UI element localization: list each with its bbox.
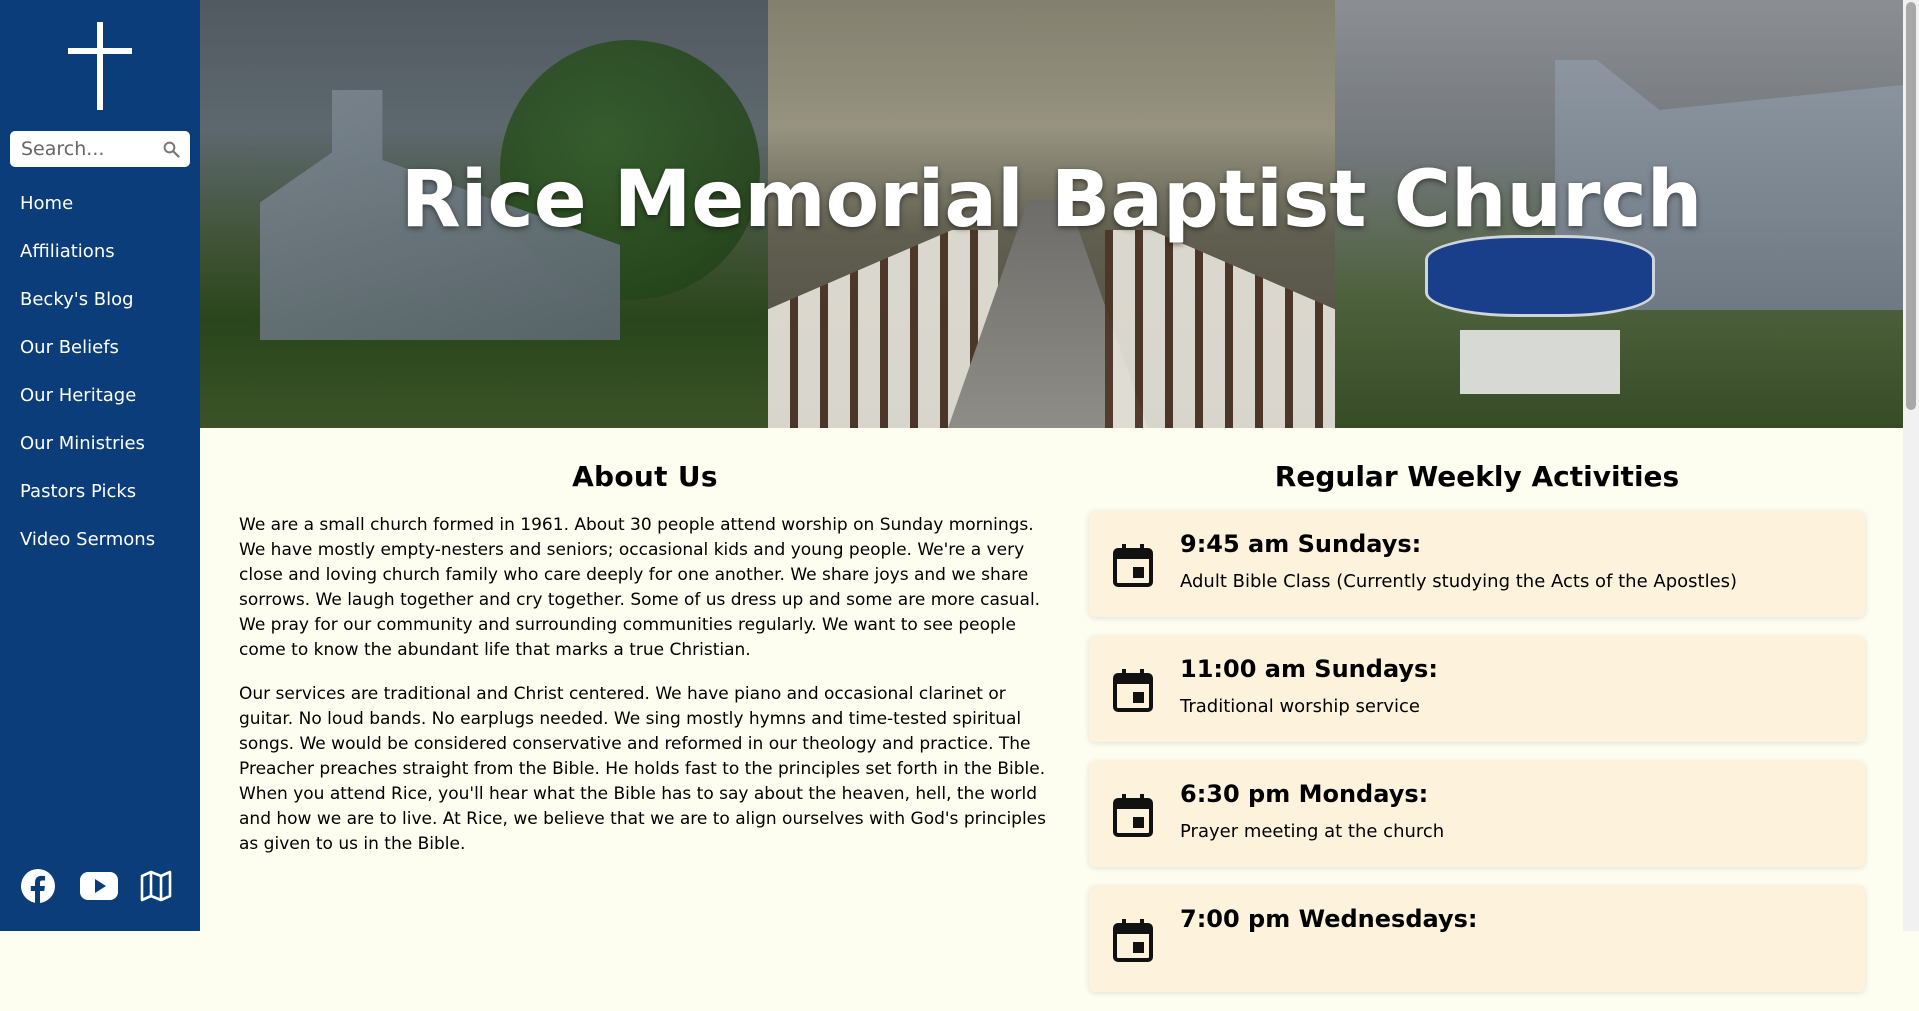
nav-item-our-beliefs[interactable]: Our Beliefs (0, 330, 200, 378)
activity-card: 11:00 am Sundays: Traditional worship se… (1089, 636, 1865, 742)
nav-item-home[interactable]: Home (0, 186, 200, 234)
about-section: About Us We are a small church formed in… (239, 460, 1051, 876)
sidebar: Home Affiliations Becky's Blog Our Belie… (0, 0, 200, 931)
youtube-link[interactable] (80, 866, 140, 906)
about-heading: About Us (572, 460, 718, 493)
activities-heading: Regular Weekly Activities (1274, 460, 1680, 493)
search-icon[interactable] (162, 140, 180, 158)
activity-card: 7:00 pm Wednesdays: (1089, 886, 1865, 992)
nav-item-affiliations[interactable]: Affiliations (0, 234, 200, 282)
about-paragraph: Our services are traditional and Christ … (239, 684, 1046, 854)
activity-description: Adult Bible Class (Currently studying th… (1180, 571, 1738, 592)
calendar-icon (1113, 794, 1153, 837)
activity-time: 9:45 am Sundays: (1180, 530, 1422, 558)
activity-description: Prayer meeting at the church (1180, 821, 1445, 842)
nav-item-our-ministries[interactable]: Our Ministries (0, 426, 200, 474)
activity-time: 6:30 pm Mondays: (1180, 780, 1429, 808)
nav-item-beckys-blog[interactable]: Becky's Blog (0, 282, 200, 330)
map-icon (140, 870, 172, 902)
search-input[interactable] (19, 137, 159, 161)
nav-item-pastors-picks[interactable]: Pastors Picks (0, 474, 200, 522)
activity-card: 6:30 pm Mondays: Prayer meeting at the c… (1089, 761, 1865, 867)
calendar-icon (1113, 919, 1153, 962)
activities-section: Regular Weekly Activities 9:45 am Sunday… (1089, 460, 1865, 1011)
cross-logo[interactable] (68, 22, 132, 110)
page-scrollbar[interactable] (1903, 0, 1919, 931)
map-link[interactable] (140, 866, 200, 906)
youtube-icon (80, 872, 118, 900)
scrollbar-thumb[interactable] (1906, 2, 1916, 410)
about-paragraph: We are a small church formed in 1961. Ab… (239, 515, 1041, 660)
calendar-icon (1113, 544, 1153, 587)
facebook-icon (21, 869, 55, 904)
nav-item-video-sermons[interactable]: Video Sermons (0, 522, 200, 570)
search-box (10, 131, 190, 167)
main-nav: Home Affiliations Becky's Blog Our Belie… (0, 186, 200, 570)
hero-banner: Rice Memorial Baptist Church (200, 0, 1903, 428)
activity-card: 9:45 am Sundays: Adult Bible Class (Curr… (1089, 511, 1865, 617)
nav-item-our-heritage[interactable]: Our Heritage (0, 378, 200, 426)
activity-time: 7:00 pm Wednesdays: (1180, 905, 1478, 933)
social-links (20, 866, 200, 906)
calendar-icon (1113, 669, 1153, 712)
activity-time: 11:00 am Sundays: (1180, 655, 1438, 683)
activity-description: Traditional worship service (1180, 696, 1420, 717)
site-title: Rice Memorial Baptist Church (400, 155, 1703, 245)
facebook-link[interactable] (20, 866, 80, 906)
